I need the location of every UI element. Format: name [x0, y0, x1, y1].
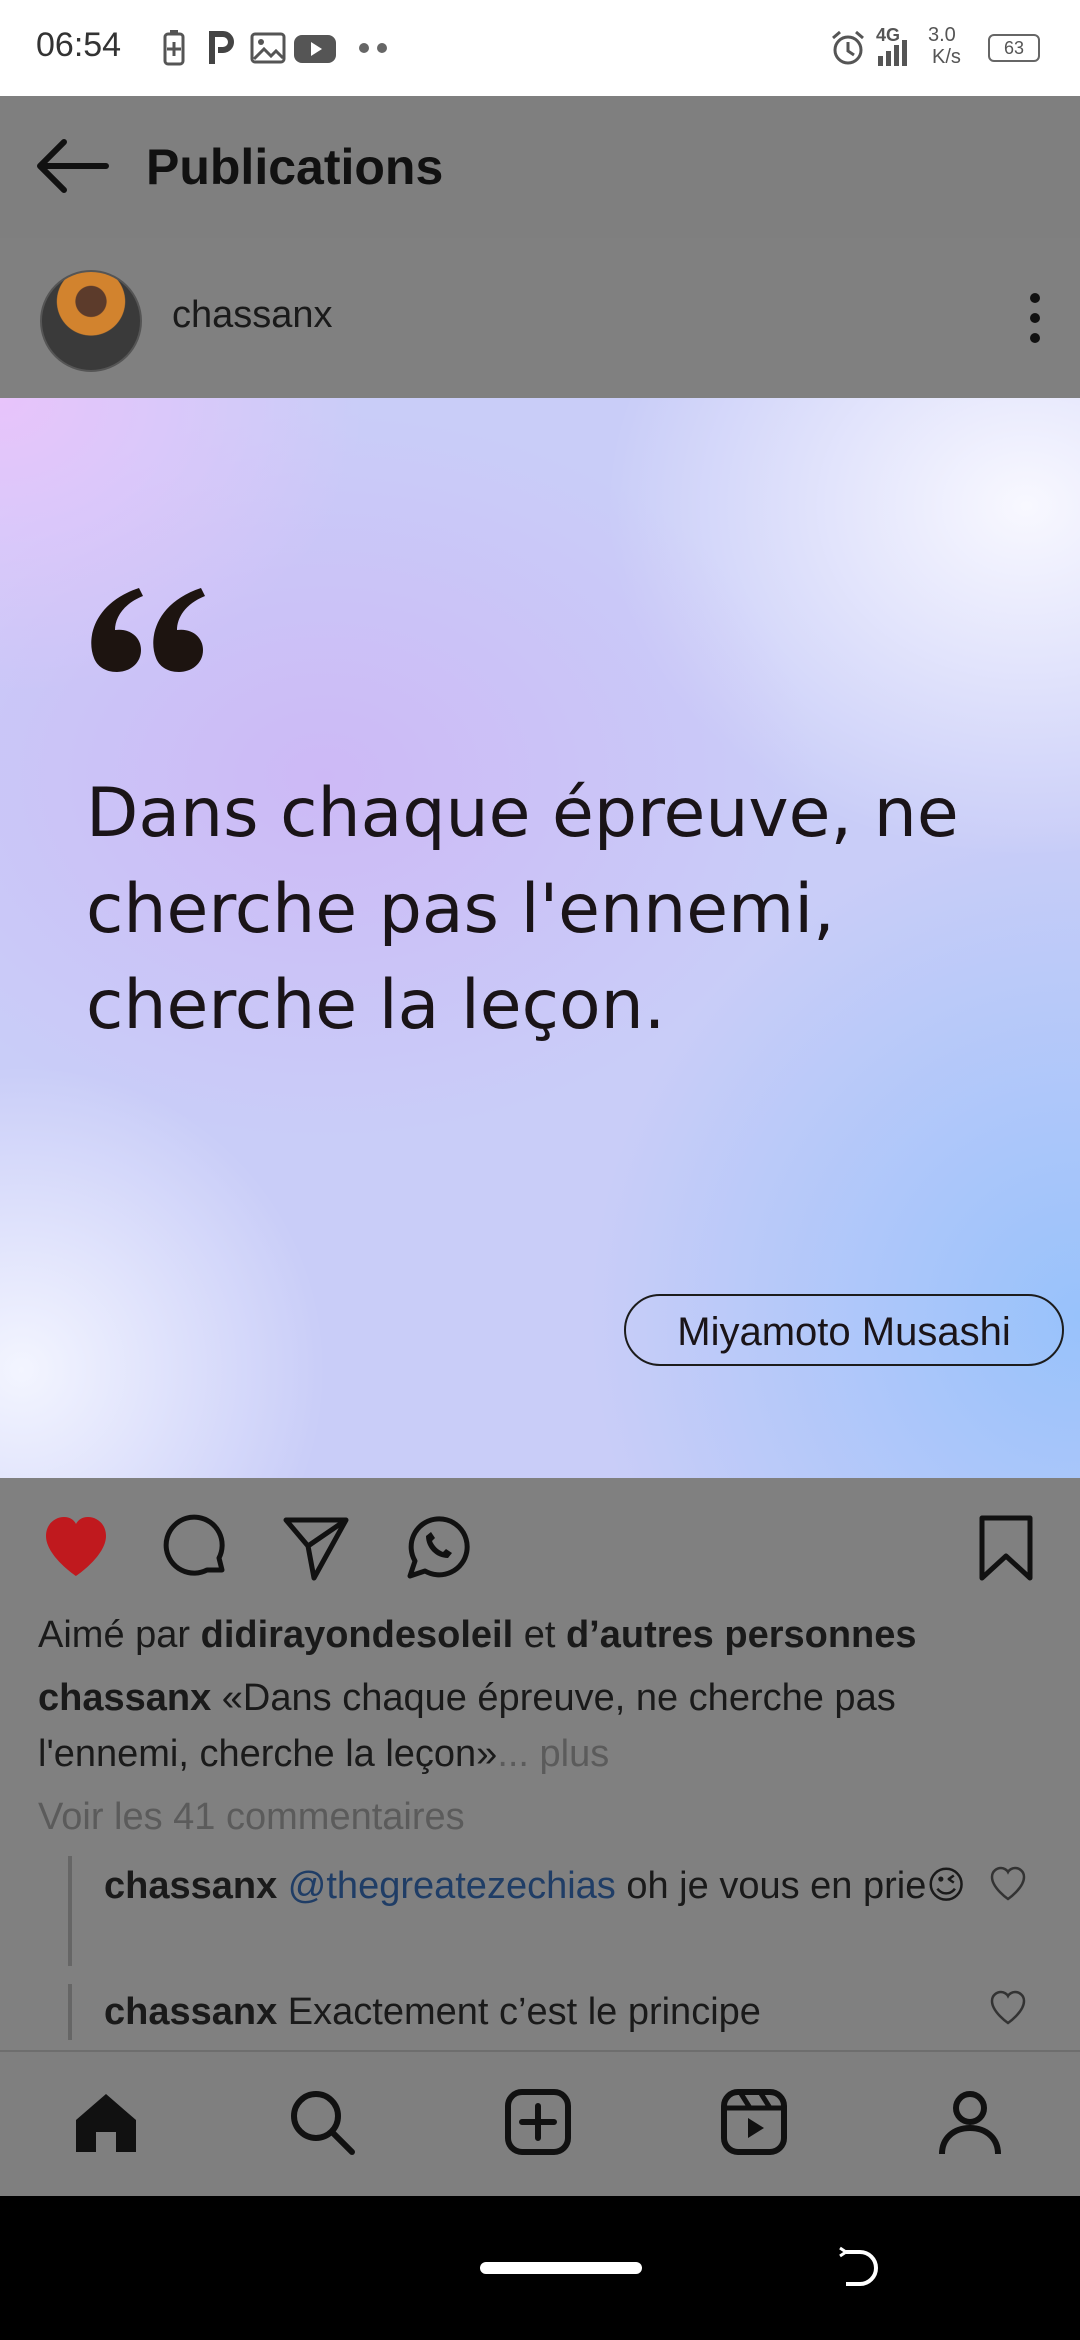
- more-options-icon[interactable]: [1020, 288, 1050, 348]
- whatsapp-icon[interactable]: [400, 1512, 472, 1584]
- comment-like-icon[interactable]: [988, 1988, 1028, 2028]
- likes-others[interactable]: d’autres personnes: [566, 1614, 917, 1656]
- battery-saver-icon: [163, 30, 185, 66]
- post-caption: chassanx «Dans chaque épreuve, ne cherch…: [38, 1670, 1038, 1782]
- rotate-screen-icon[interactable]: [836, 2244, 886, 2294]
- comment-item[interactable]: chassanx @thegreatezechias oh je vous en…: [104, 1858, 984, 1914]
- caption-more-link[interactable]: ... plus: [497, 1733, 609, 1775]
- post-username[interactable]: chassanx: [172, 294, 333, 337]
- likes-middle: et: [513, 1614, 566, 1656]
- back-arrow-icon[interactable]: [34, 136, 112, 196]
- comment-text: oh je vous en prie: [615, 1865, 927, 1907]
- comment-mention[interactable]: @thegreatezechias: [288, 1865, 616, 1907]
- reels-icon[interactable]: [718, 2086, 790, 2158]
- comment-text: Exactement c’est le principe: [277, 1991, 761, 2033]
- view-comments-link[interactable]: Voir les 41 commentaires: [38, 1796, 465, 1839]
- signal-icon: [878, 40, 907, 66]
- quote-mark-icon: [91, 588, 205, 672]
- comment-item[interactable]: chassanx Exactement c’est le principe: [104, 1984, 984, 2040]
- profile-icon[interactable]: [934, 2086, 1006, 2158]
- share-icon[interactable]: [280, 1512, 352, 1584]
- bookmark-icon[interactable]: [970, 1512, 1042, 1584]
- battery-level: 63: [1003, 38, 1025, 58]
- likes-prefix: Aimé par: [38, 1614, 201, 1656]
- home-gesture-bar[interactable]: [480, 2262, 642, 2274]
- status-bar: 06:54 4G 3.0 K/s 63: [0, 0, 1080, 96]
- alarm-icon: [832, 30, 864, 65]
- like-heart-icon[interactable]: [40, 1512, 112, 1584]
- home-icon[interactable]: [70, 2086, 142, 2158]
- likes-summary[interactable]: Aimé par didirayondesoleil et d’autres p…: [38, 1614, 917, 1657]
- quote-text: Dans chaque épreuve, ne cherche pas l'en…: [86, 774, 959, 1045]
- wink-emoji: 😉: [926, 1865, 966, 1907]
- comment-thread-line: [68, 1856, 72, 1966]
- likes-user[interactable]: didirayondesoleil: [201, 1614, 514, 1656]
- quote-author: Miyamoto Musashi: [624, 1294, 1064, 1366]
- gallery-icon: [250, 32, 286, 64]
- status-time: 06:54: [36, 26, 122, 64]
- comment-username[interactable]: chassanx: [104, 1991, 277, 2033]
- post-image[interactable]: Dans chaque épreuve, ne cherche pas l'en…: [0, 398, 1080, 1478]
- page-title: Publications: [146, 139, 444, 195]
- p-app-icon: [209, 31, 234, 64]
- comment-username[interactable]: chassanx: [104, 1865, 277, 1907]
- comment-thread-line: [68, 1984, 72, 2040]
- net-speed-value: 3.0: [928, 24, 956, 46]
- battery-icon: 63: [988, 34, 1040, 62]
- net-speed-unit: K/s: [932, 46, 961, 68]
- caption-username[interactable]: chassanx: [38, 1677, 211, 1719]
- comment-like-icon[interactable]: [988, 1864, 1028, 1904]
- search-icon[interactable]: [286, 2086, 358, 2158]
- comment-icon[interactable]: [160, 1512, 232, 1584]
- avatar[interactable]: [40, 270, 142, 372]
- youtube-icon: [294, 35, 336, 63]
- create-icon[interactable]: [502, 2086, 574, 2158]
- more-dots-icon: [359, 43, 387, 53]
